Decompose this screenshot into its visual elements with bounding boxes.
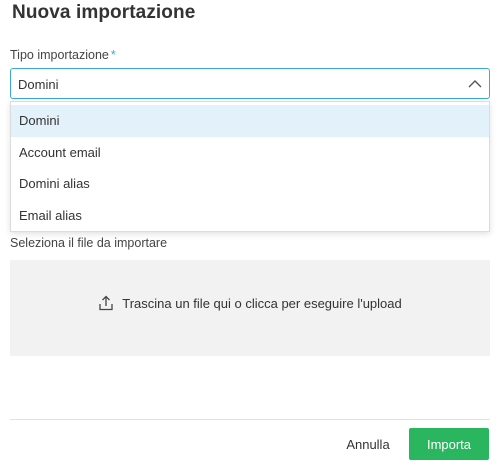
dropzone-text: Trascina un file qui o clicca per esegui… bbox=[122, 295, 402, 311]
required-marker: * bbox=[110, 48, 116, 62]
option-email-alias[interactable]: Email alias bbox=[11, 200, 489, 232]
dialog-title: Nuova importazione bbox=[12, 2, 196, 23]
dropzone-content: Trascina un file qui o clicca per esegui… bbox=[10, 295, 490, 311]
upload-icon bbox=[99, 295, 113, 311]
option-account-email[interactable]: Account email bbox=[11, 137, 489, 169]
import-button[interactable]: Importa bbox=[409, 428, 489, 460]
import-type-label: Tipo importazione * bbox=[10, 48, 116, 62]
file-label: Seleziona il file da importare bbox=[10, 236, 168, 250]
file-dropzone[interactable]: Trascina un file qui o clicca per esegui… bbox=[10, 260, 490, 356]
import-type-dropdown: Domini Account email Domini alias Email … bbox=[10, 101, 490, 232]
option-domini-alias[interactable]: Domini alias bbox=[11, 168, 489, 200]
option-domini[interactable]: Domini bbox=[11, 105, 489, 137]
import-type-selected-value: Domini bbox=[18, 77, 59, 92]
chevron-up-icon[interactable] bbox=[467, 76, 483, 92]
import-type-label-text: Tipo importazione bbox=[10, 48, 109, 62]
import-type-select[interactable]: Domini bbox=[10, 68, 490, 99]
footer-divider bbox=[10, 419, 490, 420]
cancel-button[interactable]: Annulla bbox=[336, 428, 400, 460]
